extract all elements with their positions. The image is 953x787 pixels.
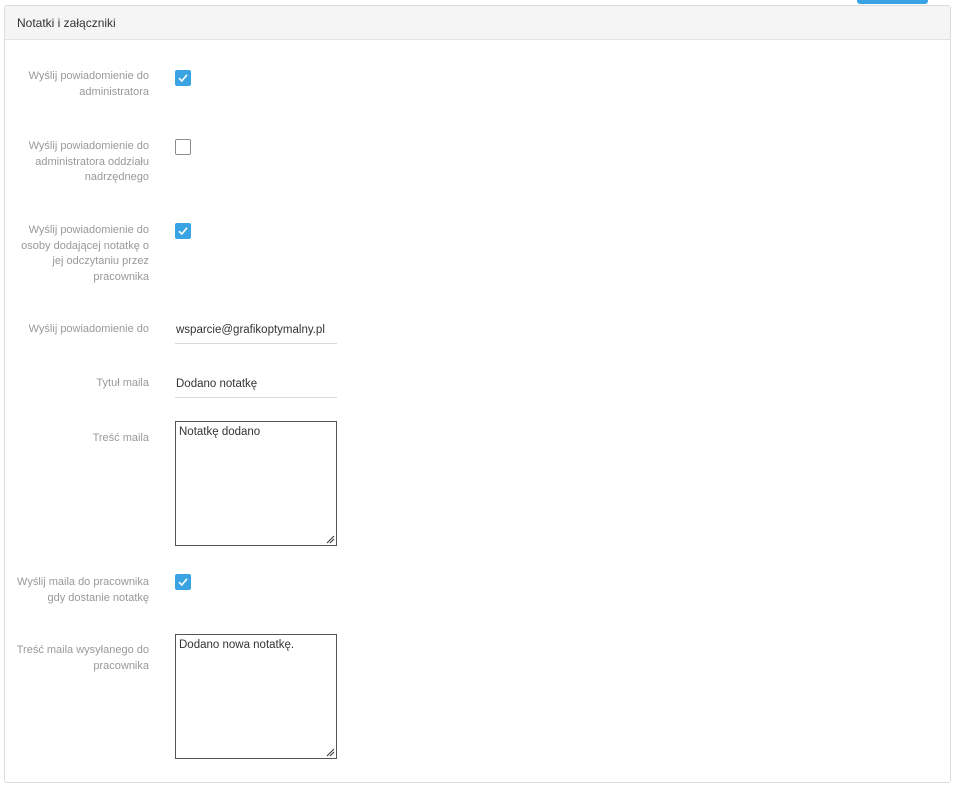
notify-to-label: Wyślij powiadomienie do: [28, 323, 149, 335]
mail-title-label: Tytuł maila: [96, 377, 149, 389]
notes-panel: Notatki i załączniki Wyślij powiadomieni…: [4, 5, 951, 783]
notify-parent-admin-label: Wyślij powiadomienie do administratora o…: [28, 140, 149, 183]
notify-author-label: Wyślij powiadomienie do osoby dodającej …: [21, 224, 149, 283]
notify-to-input[interactable]: [175, 316, 337, 344]
save-button-edge[interactable]: [857, 0, 928, 4]
mail-title-input[interactable]: [175, 370, 337, 398]
employee-mail-body-textarea[interactable]: Dodano nowa notatkę.: [175, 634, 337, 759]
resize-handle-icon[interactable]: [325, 747, 335, 757]
resize-handle-icon[interactable]: [325, 534, 335, 544]
mail-body-textarea[interactable]: Notatkę dodano: [175, 421, 337, 546]
mail-body-label: Treść maila: [92, 432, 149, 444]
checkmark-icon: [178, 74, 188, 83]
panel-title: Notatki i załączniki: [5, 6, 950, 40]
employee-mail-body-label: Treść maila wysyłanego do pracownika: [16, 644, 149, 672]
checkmark-icon: [178, 227, 188, 236]
checkmark-icon: [178, 578, 188, 587]
mail-to-employee-label: Wyślij maila do pracownika gdy dostanie …: [17, 576, 149, 604]
notify-admin-label: Wyślij powiadomienie do administratora: [28, 70, 149, 98]
notify-admin-checkbox[interactable]: [175, 70, 191, 86]
mail-to-employee-checkbox[interactable]: [175, 574, 191, 590]
notify-parent-admin-checkbox[interactable]: [175, 139, 191, 155]
notify-author-checkbox[interactable]: [175, 223, 191, 239]
